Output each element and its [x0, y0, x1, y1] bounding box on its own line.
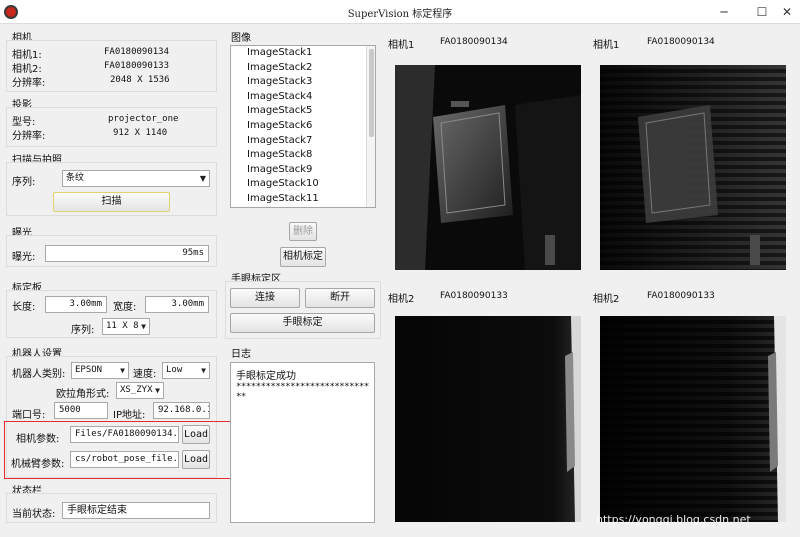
board-length-label: 长度:: [12, 302, 36, 313]
arm-param-label: 机械臂参数:: [11, 459, 65, 470]
image-list-item[interactable]: ImageStack3: [231, 75, 375, 90]
board-width-input[interactable]: 3.00mm: [145, 296, 209, 313]
image-list-item[interactable]: ImageStack5: [231, 104, 375, 119]
chevron-down-icon: ▼: [199, 174, 206, 183]
chevron-down-icon: ▼: [155, 386, 160, 395]
image-list-item[interactable]: ImageStack9: [231, 163, 375, 178]
status-label: 当前状态:: [12, 509, 56, 520]
robot-type-value: EPSON: [75, 365, 103, 375]
cam1-value: FA0180090134: [104, 47, 170, 57]
log-line: 手眼标定成功: [236, 371, 296, 382]
camera-image: [600, 65, 786, 270]
camera-view: [600, 316, 786, 522]
log-line: *****************************: [236, 382, 369, 402]
scan-button[interactable]: 扫描: [53, 192, 170, 212]
chevron-down-icon: ▼: [141, 322, 146, 331]
connect-button[interactable]: 连接: [230, 288, 300, 308]
exposure-label: 曝光:: [12, 252, 36, 263]
camera-view: [395, 316, 581, 522]
minimize-button[interactable]: ─: [714, 3, 734, 21]
robot-speed-select[interactable]: Low ▼: [162, 362, 210, 379]
view-serial: FA0180090133: [647, 291, 715, 301]
camera-param-load-button[interactable]: Load: [182, 425, 210, 444]
image-list-item[interactable]: ImageStack11: [231, 192, 375, 207]
view-label: 相机2: [388, 294, 415, 305]
robot-euler-value: XS_ZYX: [120, 385, 153, 395]
disconnect-button[interactable]: 断开: [305, 288, 375, 308]
board-sequence-label: 序列:: [71, 325, 95, 336]
robot-port-label: 端口号:: [12, 410, 46, 421]
projector-res-label: 分辨率:: [12, 131, 46, 142]
exposure-input[interactable]: 95ms: [45, 245, 209, 262]
status-value: 手眼标定结束: [62, 502, 210, 519]
cam2-value: FA0180090133: [104, 61, 170, 71]
camera-view: [600, 65, 786, 270]
robot-ip-input[interactable]: 92.168.0.1: [153, 402, 210, 419]
camera-image: [395, 316, 581, 522]
arm-param-input[interactable]: cs/robot_pose_file.txt: [70, 451, 179, 468]
image-list-scrollbar[interactable]: [366, 46, 375, 207]
images-group-title: 图像: [231, 33, 251, 44]
cam1-label: 相机1:: [12, 50, 42, 61]
image-list-item[interactable]: ImageStack2: [231, 61, 375, 76]
camera-param-label: 相机参数:: [16, 434, 60, 445]
view-serial: FA0180090134: [647, 37, 715, 47]
delete-button[interactable]: 删除: [289, 222, 317, 241]
image-list[interactable]: ImageStack1 ImageStack2 ImageStack3 ImageSt…: [230, 45, 376, 208]
projector-res-value: 912 X 1140: [113, 128, 168, 138]
chevron-down-icon: ▼: [120, 366, 125, 375]
view-serial: FA0180090134: [440, 37, 508, 47]
robot-euler-select[interactable]: XS_ZYX ▼: [116, 382, 164, 399]
robot-euler-label: 欧拉角形式:: [56, 389, 110, 400]
camera-image: [395, 65, 581, 270]
close-button[interactable]: ✕: [777, 3, 797, 21]
camera-image: [600, 316, 786, 522]
board-length-input[interactable]: 3.00mm: [45, 296, 107, 313]
camera-res-value: 2048 X 1536: [110, 75, 170, 85]
board-width-label: 宽度:: [113, 302, 137, 313]
image-list-item[interactable]: ImageStack7: [231, 134, 375, 149]
maximize-button[interactable]: ☐: [752, 3, 772, 21]
image-list-item[interactable]: ImageStack10: [231, 177, 375, 192]
projector-model-value: projector_one: [108, 114, 179, 124]
robot-speed-value: Low: [166, 365, 183, 375]
arm-param-load-button[interactable]: Load: [182, 450, 210, 469]
view-label: 相机1: [593, 40, 620, 51]
robot-port-input[interactable]: 5000: [54, 402, 108, 419]
scan-sequence-label: 序列:: [12, 177, 36, 188]
image-list-item[interactable]: ImageStack8: [231, 148, 375, 163]
camera-calibrate-button[interactable]: 相机标定: [280, 247, 326, 267]
window-title: SuperVision 标定程序: [347, 9, 453, 20]
robot-speed-label: 速度:: [133, 369, 157, 380]
view-label: 相机2: [593, 294, 620, 305]
camera-param-input[interactable]: Files/FA0180090134.xml: [70, 426, 179, 443]
scan-sequence-select[interactable]: 条纹 ▼: [62, 170, 210, 187]
image-list-item[interactable]: ImageStack1: [231, 46, 375, 61]
chevron-down-icon: ▼: [201, 366, 206, 375]
image-list-item[interactable]: ImageStack6: [231, 119, 375, 134]
cam2-label: 相机2:: [12, 64, 42, 75]
projector-model-label: 型号:: [12, 117, 36, 128]
robot-type-label: 机器人类别:: [12, 369, 66, 380]
image-list-scroll-thumb[interactable]: [369, 49, 374, 137]
view-serial: FA0180090133: [440, 291, 508, 301]
board-sequence-select[interactable]: 11 X 8 ▼: [102, 318, 150, 335]
board-sequence-value: 11 X 8: [106, 321, 139, 331]
view-label: 相机1: [388, 40, 415, 51]
log-group-title: 日志: [231, 349, 251, 360]
camera-res-label: 分辨率:: [12, 78, 46, 89]
scan-sequence-value: 条纹: [66, 173, 85, 183]
watermark-text: https://yongqi.blog.csdn.net: [596, 513, 751, 526]
robot-ip-label: IP地址:: [113, 410, 146, 421]
robot-type-select[interactable]: EPSON ▼: [71, 362, 129, 379]
handeye-calibrate-button[interactable]: 手眼标定: [230, 313, 375, 333]
log-box: 手眼标定成功 *****************************: [230, 362, 375, 523]
image-list-item[interactable]: ImageStack4: [231, 90, 375, 105]
camera-view: [395, 65, 581, 270]
